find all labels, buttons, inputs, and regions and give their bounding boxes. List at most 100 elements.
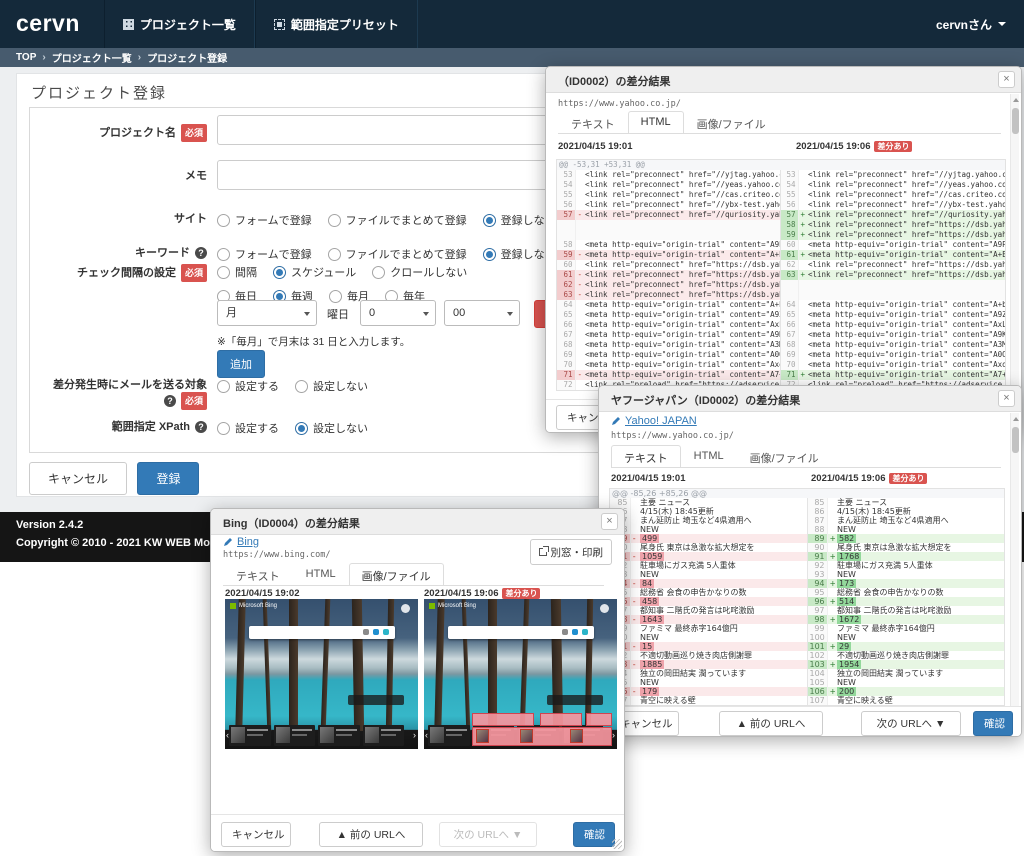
info-widget [348, 695, 404, 705]
site-link[interactable]: Bing [223, 536, 259, 548]
nav-item-presets[interactable]: 範囲指定プリセット [255, 0, 418, 48]
diff-highlight [472, 713, 534, 726]
keyword-radio-group: フォームで登録ファイルでまとめて登録登録しない [217, 246, 556, 262]
diff-row: 56<link rel="preconnect" href="//ybx-tes… [557, 200, 1005, 210]
tab-1[interactable]: HTML [628, 111, 684, 133]
radio-option[interactable]: 設定しない [295, 420, 368, 436]
radio-circle-icon [273, 266, 286, 279]
scrollbar[interactable] [1010, 94, 1019, 432]
diff-row: 101-15101+29 [610, 642, 1004, 651]
scroll-up-icon[interactable] [1013, 417, 1019, 421]
site-link[interactable]: Yahoo! JAPAN [611, 415, 697, 427]
resize-handle[interactable] [612, 839, 622, 849]
nav-item-projects[interactable]: プロジェクト一覧 [104, 0, 255, 48]
tab-2[interactable]: 画像/ファイル [684, 111, 779, 133]
mail-label: 差分発生時にメールを送る対象 ?必須 [30, 378, 207, 410]
tab-0[interactable]: テキスト [611, 445, 681, 467]
register-button[interactable]: 登録 [137, 462, 199, 495]
chevron-right-icon: › [612, 731, 615, 740]
close-icon[interactable]: × [998, 71, 1015, 88]
breadcrumb-item[interactable]: TOP [16, 52, 36, 63]
radio-circle-icon [295, 380, 308, 393]
prev-url-button[interactable]: ▲ 前の URLへ [719, 711, 823, 736]
html-diff-table: @@ -53,31 +53,31 @@53<link rel="preconne… [556, 159, 1006, 391]
keyword-label: キーワード? [30, 246, 207, 260]
chevron-down-icon [507, 312, 513, 316]
close-icon[interactable]: × [601, 513, 618, 530]
radio-option[interactable]: 設定する [217, 420, 279, 436]
external-window-icon [539, 548, 547, 556]
tab-1[interactable]: HTML [293, 563, 349, 585]
radio-option[interactable]: ファイルでまとめて登録 [328, 246, 467, 262]
radio-circle-icon [217, 380, 230, 393]
user-menu[interactable]: cervnさん [918, 0, 1024, 48]
scrollbar-thumb[interactable] [1012, 427, 1019, 453]
modal-footer: キャンセル ▲ 前の URLへ 次の URLへ ▼ 確認 [211, 814, 624, 852]
radio-circle-icon [217, 248, 230, 261]
help-icon[interactable]: ? [195, 421, 207, 433]
breadcrumb-item[interactable]: プロジェクト一覧 [52, 50, 132, 65]
tab-0[interactable]: テキスト [223, 563, 293, 585]
radio-option[interactable]: フォームで登録 [217, 246, 312, 262]
diff-row: 54<link rel="preconnect" href="//yeas.ya… [557, 180, 1005, 190]
close-icon[interactable]: × [998, 390, 1015, 407]
version-text: Version 2.4.2 [16, 519, 83, 531]
chevron-left-icon: ‹ [425, 731, 428, 740]
bing-logo: Microsoft Bing [230, 603, 277, 609]
tab-0[interactable]: テキスト [558, 111, 628, 133]
diff-row: 99ファミマ 最終赤字164億円99ファミマ 最終赤字164億円 [610, 624, 1004, 633]
scroll-up-icon[interactable] [1013, 98, 1019, 102]
hour-select[interactable]: 0 [360, 300, 436, 326]
modal-title: Bing（ID0004）の差分結果 [223, 515, 360, 531]
minute-select[interactable]: 00 [444, 300, 520, 326]
scrollbar-thumb[interactable] [1012, 108, 1019, 134]
target-url: https://www.yahoo.co.jp/ [558, 99, 681, 109]
diff-row: 98-164398+1672 [610, 615, 1004, 624]
diff-dates: 2021/04/15 19:01 2021/04/15 19:06差分あり [558, 141, 1009, 155]
prev-url-button[interactable]: ▲ 前の URLへ [319, 822, 423, 847]
radio-option[interactable]: 設定する [217, 378, 279, 394]
pencil-icon [611, 416, 621, 426]
diff-row: 59+<link rel="preconnect" href="https://… [557, 230, 1005, 240]
modal-header[interactable]: Bing（ID0004）の差分結果 × [211, 509, 624, 535]
bing-search-bar [448, 626, 594, 639]
diff-row: 70<meta http-equiv="origin-trial" conten… [557, 360, 1005, 370]
diff-row: 97都知事 二階氏の発言は叱咤激励97都知事 二階氏の発言は叱咤激励 [610, 606, 1004, 615]
diff-row: 103-1885103+1954 [610, 660, 1004, 669]
cancel-button[interactable]: キャンセル [221, 822, 291, 847]
bing-search-bar [249, 626, 395, 639]
chevron-down-icon [304, 312, 310, 316]
add-button[interactable]: 追加 [217, 350, 265, 378]
radio-option[interactable]: 設定しない [295, 378, 368, 394]
radio-option[interactable]: フォームで登録 [217, 212, 312, 228]
search-icon [582, 629, 588, 635]
brand-logo[interactable]: cervn [0, 10, 104, 39]
main-nav: プロジェクト一覧範囲指定プリセット [104, 0, 418, 48]
confirm-button[interactable]: 確認 [973, 711, 1013, 736]
help-icon[interactable]: ? [195, 247, 207, 259]
radio-option[interactable]: クロールしない [372, 264, 467, 280]
target-url: https://www.bing.com/ [223, 550, 330, 560]
next-url-button[interactable]: 次の URLへ ▼ [861, 711, 961, 736]
chevron-down-icon [423, 312, 429, 316]
bing-logo-icon [429, 603, 435, 609]
diff-hunk-header: @@ -53,31 +53,31 @@ [557, 160, 1005, 170]
cancel-button[interactable]: キャンセル [29, 462, 127, 495]
scrollbar[interactable] [1010, 413, 1019, 706]
radio-option[interactable]: ファイルでまとめて登録 [328, 212, 467, 228]
help-icon[interactable]: ? [164, 395, 176, 407]
tab-2[interactable]: 画像/ファイル [737, 445, 832, 467]
tab-1[interactable]: HTML [681, 445, 737, 467]
modal-header[interactable]: （ID0002）の差分結果 × [546, 67, 1021, 93]
tab-2[interactable]: 画像/ファイル [349, 563, 444, 585]
date-before: 2021/04/15 19:01 [611, 473, 685, 484]
confirm-button[interactable]: 確認 [573, 822, 615, 847]
modal-header[interactable]: ヤフージャパン（ID0002）の差分結果 × [599, 386, 1021, 412]
weekday-select[interactable]: 月 [217, 300, 317, 326]
camera-icon [562, 629, 568, 635]
radio-option[interactable]: スケジュール [273, 264, 356, 280]
diff-row: 62-<link rel="preconnect" href="https://… [557, 280, 1005, 290]
open-window-print-button[interactable]: 別窓・印刷 [530, 539, 613, 565]
radio-option[interactable]: 間隔 [217, 264, 257, 280]
interval-mode-radio-group: 間隔スケジュールクロールしない [217, 264, 467, 280]
